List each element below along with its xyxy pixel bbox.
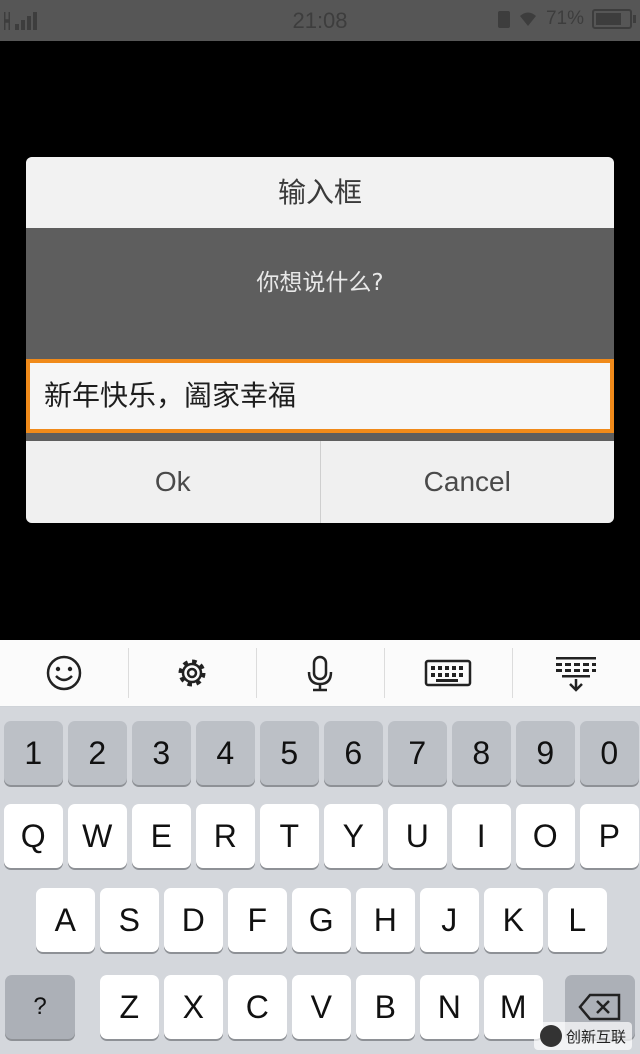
key-c[interactable]: C bbox=[228, 975, 287, 1039]
key-o[interactable]: O bbox=[516, 804, 575, 868]
key-k[interactable]: K bbox=[484, 888, 543, 952]
key-e[interactable]: E bbox=[132, 804, 191, 868]
key-3[interactable]: 3 bbox=[132, 721, 191, 785]
microphone-icon bbox=[307, 655, 333, 692]
key-8[interactable]: 8 bbox=[452, 721, 511, 785]
key-g[interactable]: G bbox=[292, 888, 351, 952]
key-9[interactable]: 9 bbox=[516, 721, 575, 785]
key-i[interactable]: I bbox=[452, 804, 511, 868]
settings-button[interactable] bbox=[128, 640, 256, 706]
wifi-icon bbox=[518, 11, 538, 27]
collapse-keyboard-icon bbox=[556, 657, 596, 692]
key-n[interactable]: N bbox=[420, 975, 479, 1039]
key-r[interactable]: R bbox=[196, 804, 255, 868]
key-z[interactable]: Z bbox=[100, 975, 159, 1039]
smiley-button[interactable] bbox=[0, 640, 128, 706]
key-v[interactable]: V bbox=[292, 975, 351, 1039]
backspace-icon bbox=[578, 993, 621, 1021]
key-1[interactable]: 1 bbox=[4, 721, 63, 785]
key-6[interactable]: 6 bbox=[324, 721, 383, 785]
keyboard-toolbar bbox=[0, 640, 640, 707]
ok-button[interactable]: Ok bbox=[26, 441, 320, 523]
gear-icon bbox=[178, 659, 206, 687]
key-t[interactable]: T bbox=[260, 804, 319, 868]
key-s[interactable]: S bbox=[100, 888, 159, 952]
dialog-text-input[interactable]: 新年快乐，阖家幸福 bbox=[26, 359, 614, 433]
key-d[interactable]: D bbox=[164, 888, 223, 952]
voice-input-button[interactable] bbox=[256, 640, 384, 706]
key-h[interactable]: H bbox=[356, 888, 415, 952]
cancel-button[interactable]: Cancel bbox=[319, 441, 615, 523]
key-q[interactable]: Q bbox=[4, 804, 63, 868]
battery-percent: 71% bbox=[545, 8, 584, 29]
battery-icon bbox=[592, 9, 636, 29]
key-4[interactable]: 4 bbox=[196, 721, 255, 785]
key-0[interactable]: 0 bbox=[580, 721, 639, 785]
watermark: 创新互联 bbox=[533, 1022, 632, 1050]
watermark-logo-icon bbox=[539, 1025, 562, 1047]
key-u[interactable]: U bbox=[388, 804, 447, 868]
key-7[interactable]: 7 bbox=[388, 721, 447, 785]
hide-keyboard-button[interactable] bbox=[512, 640, 640, 706]
key-w[interactable]: W bbox=[68, 804, 127, 868]
key-y[interactable]: Y bbox=[324, 804, 383, 868]
dialog-buttons: Ok Cancel bbox=[26, 441, 614, 523]
dialog-message: 你想说什么? bbox=[256, 270, 384, 296]
key-l[interactable]: L bbox=[548, 888, 607, 952]
key-b[interactable]: B bbox=[356, 975, 415, 1039]
status-bar: 21:08 71% bbox=[0, 0, 640, 41]
key-f[interactable]: F bbox=[228, 888, 287, 952]
symbol-key[interactable]: ? bbox=[5, 975, 75, 1039]
input-dialog: 输入框 你想说什么? 新年快乐，阖家幸福 Ok Cancel bbox=[26, 157, 614, 523]
key-2[interactable]: 2 bbox=[68, 721, 127, 785]
key-j[interactable]: J bbox=[420, 888, 479, 952]
key-a[interactable]: A bbox=[36, 888, 95, 952]
keyboard: MNBVCXZLKJHGFDSAPOIUYTREWQ0987654321 ? 创… bbox=[0, 707, 640, 1054]
keyboard-switch-button[interactable] bbox=[384, 640, 512, 706]
sim-icon bbox=[497, 10, 510, 28]
dialog-title: 输入框 bbox=[26, 157, 614, 228]
watermark-text: 创新互联 bbox=[565, 1027, 626, 1046]
smiley-icon bbox=[46, 655, 82, 691]
keyboard-icon bbox=[424, 659, 472, 687]
key-5[interactable]: 5 bbox=[260, 721, 319, 785]
key-x[interactable]: X bbox=[164, 975, 223, 1039]
key-p[interactable]: P bbox=[580, 804, 639, 868]
